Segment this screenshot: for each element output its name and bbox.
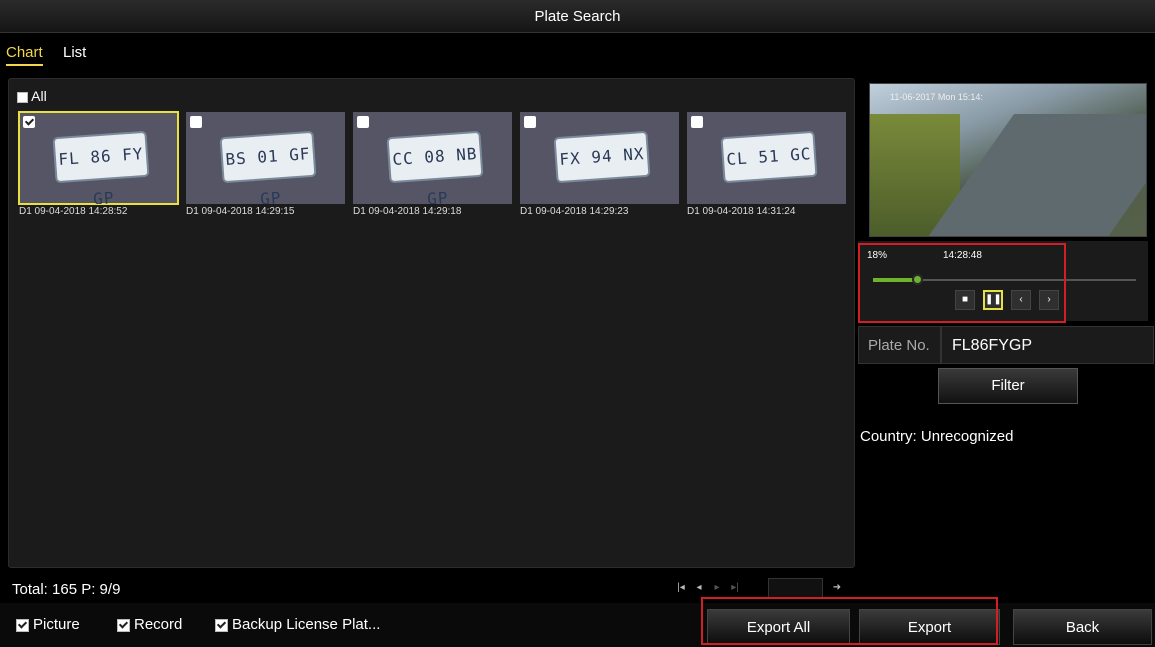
backup-license-plate-label: Backup License Plat...	[232, 616, 381, 633]
last-page-icon[interactable]: ▸|	[727, 578, 743, 598]
video-preview: 11-06-2017 Mon 15:14:	[869, 83, 1147, 237]
chevron-left-icon: ‹	[1019, 294, 1023, 305]
result-thumbnail[interactable]: CC 08 NB GP	[353, 112, 512, 204]
export-button[interactable]: Export	[859, 609, 1000, 645]
stop-icon: ■	[961, 294, 969, 305]
picture-label: Picture	[33, 616, 80, 633]
stop-button[interactable]: ■	[955, 290, 975, 310]
result-caption: D1 09-04-2018 14:28:52	[19, 206, 128, 217]
tab-chart[interactable]: Chart	[6, 44, 43, 66]
tab-bar: Chart List	[0, 33, 1155, 70]
pager: |◂ ◂ ▸ ▸| ➜	[673, 578, 853, 598]
tab-list[interactable]: List	[63, 44, 86, 61]
plate-image: BS 01 GF GP	[219, 130, 317, 204]
plate-image: FL 86 FY GP	[52, 130, 150, 204]
result-caption: D1 09-04-2018 14:29:15	[186, 206, 295, 217]
picture-checkbox[interactable]: Picture	[16, 616, 80, 633]
filter-button[interactable]: Filter	[938, 368, 1078, 404]
plate-no-field[interactable]: FL86FYGP	[941, 326, 1154, 364]
total-count: Total: 165 P: 9/9	[12, 581, 121, 598]
export-all-button[interactable]: Export All	[707, 609, 850, 645]
checkbox-icon	[117, 618, 130, 632]
thumbnail-checkbox[interactable]	[524, 116, 536, 128]
select-all-checkbox[interactable]: All	[17, 88, 47, 104]
record-label: Record	[134, 616, 183, 633]
thumbnail-checkbox[interactable]	[190, 116, 202, 128]
next-page-icon[interactable]: ▸	[709, 578, 725, 598]
plate-no-label: Plate No.	[858, 326, 941, 364]
thumbnail-checkbox[interactable]	[357, 116, 369, 128]
playback-slider-fill	[873, 278, 916, 282]
pause-icon: ❚❚	[985, 294, 1002, 305]
select-all-label: All	[31, 88, 47, 104]
page-number-input[interactable]	[768, 578, 823, 598]
checkbox-icon	[215, 618, 228, 632]
country-text: Country: Unrecognized	[860, 428, 1014, 445]
title-bar: Plate Search	[0, 0, 1155, 33]
result-thumbnail[interactable]: FL 86 FY GP	[18, 111, 179, 205]
result-thumbnail[interactable]: CL 51 GC	[687, 112, 846, 204]
osd-timestamp: 11-06-2017 Mon 15:14:	[890, 92, 983, 102]
go-page-icon[interactable]: ➜	[829, 578, 845, 598]
next-frame-button[interactable]: ›	[1039, 290, 1059, 310]
prev-page-icon[interactable]: ◂	[691, 578, 707, 598]
first-page-icon[interactable]: |◂	[673, 578, 689, 598]
backup-license-plate-checkbox[interactable]: Backup License Plat...	[215, 616, 380, 633]
thumbnail-checkbox[interactable]	[691, 116, 703, 128]
plate-image: CC 08 NB GP	[386, 130, 484, 204]
window-title: Plate Search	[534, 8, 621, 25]
chevron-right-icon: ›	[1047, 294, 1051, 305]
checkbox-icon	[17, 91, 28, 103]
plate-image: FX 94 NX	[553, 130, 651, 184]
result-thumbnail[interactable]: FX 94 NX	[520, 112, 679, 204]
plate-image: CL 51 GC	[720, 130, 818, 184]
playback-slider-handle[interactable]	[912, 274, 923, 285]
checkbox-icon	[16, 618, 29, 632]
back-button[interactable]: Back	[1013, 609, 1152, 645]
result-caption: D1 09-04-2018 14:29:18	[353, 206, 462, 217]
result-caption: D1 09-04-2018 14:31:24	[687, 206, 796, 217]
result-caption: D1 09-04-2018 14:29:23	[520, 206, 629, 217]
playback-time: 14:28:48	[943, 250, 982, 261]
record-checkbox[interactable]: Record	[117, 616, 182, 633]
result-thumbnail[interactable]: BS 01 GF GP	[186, 112, 345, 204]
prev-frame-button[interactable]: ‹	[1011, 290, 1031, 310]
pause-button[interactable]: ❚❚	[983, 290, 1003, 310]
thumbnail-checkbox[interactable]	[23, 116, 35, 128]
playback-percent: 18%	[867, 250, 888, 261]
